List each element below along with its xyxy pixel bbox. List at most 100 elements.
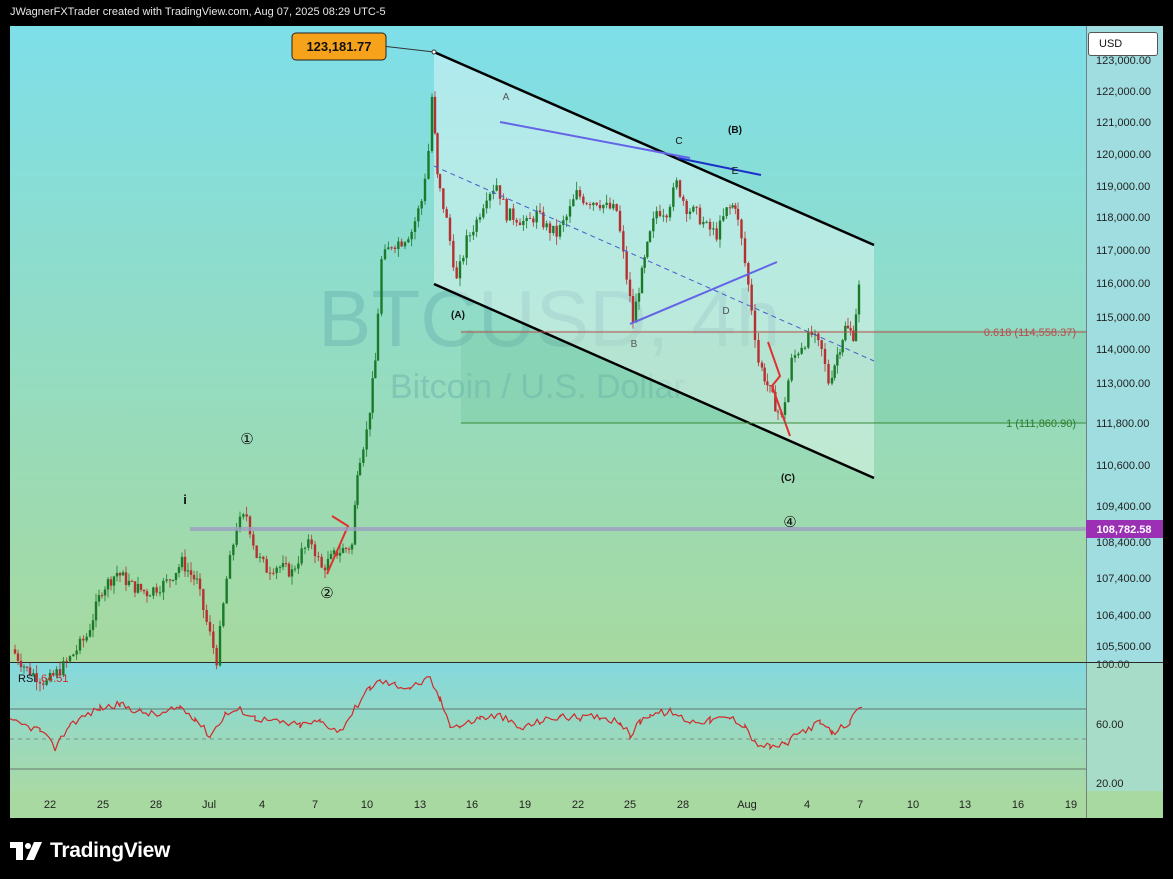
candle-body (612, 204, 615, 209)
wave-label-c: C (675, 136, 682, 147)
price-tick-label: 109,400.00 (1096, 501, 1151, 513)
candle-body (145, 591, 149, 597)
candle-body (142, 589, 146, 592)
candle-body (797, 353, 800, 356)
rsi-value: 64.51 (41, 673, 69, 685)
wave-label-2: ② (320, 584, 333, 602)
candle-body (740, 219, 743, 239)
currency-selector-button[interactable]: USD (1088, 32, 1158, 56)
candle-body (222, 603, 225, 627)
time-tick-label: 25 (97, 799, 109, 811)
candle-body (525, 218, 528, 221)
candle-body (350, 544, 354, 550)
candle-body (478, 217, 482, 220)
candle-body (582, 196, 585, 204)
candle-body (522, 220, 525, 226)
candle-body (705, 221, 708, 223)
candle-body (485, 200, 488, 209)
time-tick-label: 16 (466, 799, 478, 811)
candle-body (602, 204, 605, 209)
candle-body (668, 206, 672, 218)
candle-body (646, 241, 649, 258)
candle-body (410, 231, 413, 240)
candle-body (365, 429, 368, 450)
candle-body (310, 539, 313, 545)
candle-body (235, 529, 238, 545)
candle-body (258, 556, 262, 558)
candle-body (183, 556, 187, 572)
candle-body (192, 574, 196, 580)
candle-body (118, 572, 122, 576)
candle-body (588, 204, 592, 206)
candle-body (130, 580, 134, 582)
candle-body (662, 215, 665, 217)
candle-body (783, 402, 787, 415)
candle-body (212, 631, 215, 648)
candle-body (177, 567, 181, 573)
wave-label-A-big: (A) (451, 310, 465, 321)
candle-body (495, 185, 498, 191)
candle-body (303, 547, 307, 549)
price-tick-label: 123,000.00 (1096, 55, 1151, 67)
candle-body (817, 333, 820, 341)
candle-body (112, 576, 116, 586)
candle-body (708, 221, 712, 230)
candle-body (465, 235, 468, 258)
candle-body (718, 220, 722, 240)
price-tick-label: 121,000.00 (1096, 117, 1151, 129)
candle-body (475, 219, 478, 232)
time-tick-label: 13 (959, 799, 971, 811)
price-chart[interactable]: BTCUSD, 4h Bitcoin / U.S. Dollar 0.618 (… (10, 26, 1163, 818)
candle-body (598, 204, 602, 209)
candle-body (353, 504, 357, 545)
current-price-text: 108,782.58 (1096, 524, 1151, 536)
candle-body (189, 570, 193, 575)
candle-body (846, 325, 850, 329)
candle-body (124, 572, 128, 585)
candle-body (158, 592, 162, 594)
candle-body (438, 174, 442, 189)
candle-body (734, 205, 737, 209)
candle-body (820, 340, 823, 349)
candle-body (272, 572, 275, 574)
time-tick-label: 25 (624, 799, 636, 811)
candle-body (287, 563, 291, 577)
wave-label-4: ④ (783, 513, 796, 531)
candle-body (103, 589, 107, 596)
candle-body (555, 225, 558, 237)
candle-body (133, 581, 137, 593)
rsi-tick-100: 100.00 (1096, 659, 1130, 671)
candle-body (736, 208, 740, 220)
candle-body (827, 363, 830, 384)
candle-body (608, 202, 612, 209)
chart-area[interactable]: BTCUSD, 4h Bitcoin / U.S. Dollar 0.618 (… (10, 26, 1163, 818)
candle-body (725, 207, 728, 217)
time-tick-label: 7 (857, 799, 863, 811)
candle-body (65, 660, 68, 662)
candle-body (338, 552, 342, 556)
candle-body (562, 220, 565, 226)
candle-body (672, 187, 675, 207)
price-tick-label: 114,000.00 (1096, 344, 1150, 356)
price-tick-label: 116,000.00 (1096, 278, 1150, 290)
price-tick-label: 110,600.00 (1096, 460, 1150, 472)
candle-body (528, 218, 532, 220)
candle-body (442, 188, 445, 210)
price-tick-label: 108,400.00 (1096, 537, 1151, 549)
candle-body (417, 208, 420, 222)
wave-label-e: E (732, 166, 739, 177)
price-tick-label: 106,400.00 (1096, 610, 1151, 622)
candle-body (75, 650, 78, 655)
candle-body (648, 231, 652, 242)
candle-body (488, 193, 492, 201)
candle-body (215, 647, 218, 666)
wave-label-1: ① (240, 430, 253, 448)
candle-body (371, 378, 374, 413)
candle-body (407, 239, 410, 243)
candle-body (854, 314, 858, 341)
candle-body (455, 267, 458, 279)
candle-body (675, 180, 678, 188)
candle-body (631, 296, 635, 323)
candle-body (849, 328, 852, 331)
candle-body (652, 218, 655, 232)
